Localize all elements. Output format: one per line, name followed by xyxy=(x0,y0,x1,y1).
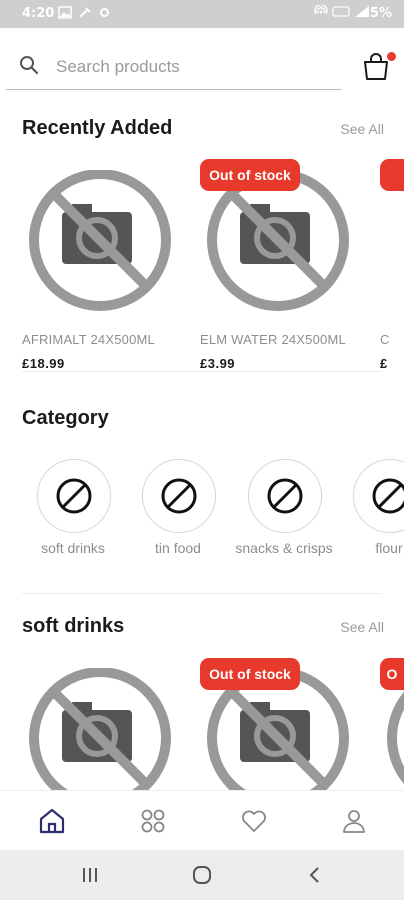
section-divider xyxy=(22,593,382,594)
product-name: C xyxy=(380,332,390,347)
product-card[interactable]: ELM WATER 24X500ML £3.99 xyxy=(200,170,370,371)
settings-icon xyxy=(100,8,109,17)
category-item-snacks-crisps[interactable]: snacks & crisps xyxy=(233,459,333,559)
category-circle xyxy=(142,459,216,533)
cart-badge-dot xyxy=(387,52,396,61)
tools-icon xyxy=(79,7,91,18)
out-of-stock-badge: O xyxy=(380,658,404,690)
product-name: ELM WATER 24X500ML xyxy=(200,332,346,347)
search-bar[interactable] xyxy=(6,47,342,90)
category-label: snacks & crisps xyxy=(235,540,333,556)
battery-percent: 5% xyxy=(369,6,392,21)
system-navigation-bar xyxy=(0,850,404,900)
section-title-recently-added: Recently Added xyxy=(22,117,173,139)
product-price: £3.99 xyxy=(200,356,236,371)
section-title-category: Category xyxy=(22,407,109,429)
category-item-tin-food[interactable]: tin food xyxy=(127,459,227,559)
no-image-small-icon xyxy=(267,478,303,514)
product-card[interactable]: C £ xyxy=(380,170,404,370)
see-all-soft-drinks-link[interactable]: See All xyxy=(340,619,384,635)
category-item-flour[interactable]: flour xyxy=(338,459,404,559)
status-time: 4:20 xyxy=(22,6,55,21)
category-circle xyxy=(248,459,322,533)
no-image-icon xyxy=(29,668,171,790)
no-image-icon xyxy=(207,170,349,311)
product-card[interactable]: AFRIMALT 24X500ML £18.99 xyxy=(22,170,192,371)
no-image-small-icon xyxy=(56,478,92,514)
gallery-icon xyxy=(58,6,72,19)
heart-icon[interactable] xyxy=(240,807,268,835)
product-price: £ xyxy=(380,356,388,370)
search-input[interactable] xyxy=(54,53,328,81)
status-left-icons xyxy=(58,6,111,19)
no-image-small-icon xyxy=(161,478,197,514)
product-card[interactable] xyxy=(22,668,192,790)
category-label: tin food xyxy=(155,540,201,556)
category-circle xyxy=(37,459,111,533)
volte-icon xyxy=(332,6,350,17)
signal-icon xyxy=(355,6,369,17)
home-icon[interactable] xyxy=(38,807,66,835)
grid-icon[interactable] xyxy=(139,807,167,835)
status-right-icons xyxy=(314,5,370,18)
product-price: £18.99 xyxy=(22,356,65,371)
status-bar: 4:20 5% xyxy=(0,0,404,28)
product-name: AFRIMALT 24X500ML xyxy=(22,332,155,347)
hotspot-icon xyxy=(314,5,328,15)
back-icon[interactable] xyxy=(305,865,325,885)
no-image-icon xyxy=(29,170,171,311)
out-of-stock-badge: Out of stock xyxy=(200,159,300,191)
category-label: flour xyxy=(375,540,403,556)
home-button-icon[interactable] xyxy=(192,865,212,885)
category-item-soft-drinks[interactable]: soft drinks xyxy=(22,459,122,559)
category-label: soft drinks xyxy=(41,540,105,556)
no-image-small-icon xyxy=(372,478,404,514)
out-of-stock-badge xyxy=(380,159,404,191)
out-of-stock-badge: Out of stock xyxy=(200,658,300,690)
section-title-soft-drinks: soft drinks xyxy=(22,615,125,637)
bottom-navigation xyxy=(0,790,404,851)
see-all-recently-added-link[interactable]: See All xyxy=(340,121,384,137)
profile-icon[interactable] xyxy=(340,807,368,835)
search-icon xyxy=(20,56,39,75)
category-circle xyxy=(353,459,404,533)
section-divider xyxy=(22,371,382,372)
recent-apps-icon[interactable] xyxy=(80,865,100,885)
